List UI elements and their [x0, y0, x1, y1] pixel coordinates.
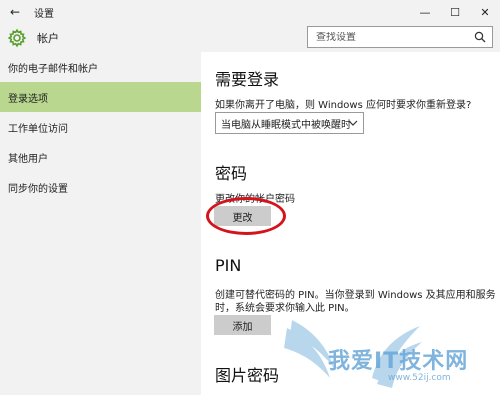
settings-header: 帐户: [0, 24, 500, 52]
require-signin-dropdown[interactable]: 当电脑从睡眠模式中被唤醒时: [215, 112, 364, 134]
add-pin-button[interactable]: 添加: [214, 315, 271, 335]
maximize-icon: ☐: [450, 5, 460, 19]
sidebar-item-label: 同步你的设置: [8, 183, 68, 195]
title-bar: ← 设置 — ☐ ✕: [0, 0, 500, 24]
watermark-text: 我爱IT技术网: [328, 349, 469, 374]
window-controls: — ☐ ✕: [410, 0, 500, 24]
sidebar-item-sync-settings[interactable]: 同步你的设置: [0, 172, 201, 202]
sidebar-item-work-access[interactable]: 工作单位访问: [0, 112, 201, 142]
search-icon[interactable]: [474, 31, 486, 43]
minimize-icon: —: [419, 5, 431, 19]
gear-icon: [7, 28, 27, 48]
sidebar-item-other-users[interactable]: 其他用户: [0, 142, 201, 172]
back-arrow-icon: ←: [9, 5, 21, 19]
back-button[interactable]: ←: [0, 0, 30, 24]
sidebar: 你的电子邮件和帐户 登录选项 工作单位访问 其他用户 同步你的设置: [0, 52, 201, 395]
watermark-url: www.52ij.com: [388, 373, 451, 383]
chevron-down-icon: [348, 120, 358, 126]
search-box[interactable]: [307, 26, 493, 48]
highlight-circle: [206, 197, 286, 235]
require-signin-question: 如果你离开了电脑，则 Windows 应何时要求你重新登录?: [215, 100, 472, 111]
close-button[interactable]: ✕: [470, 0, 500, 24]
pin-description-line2: 时，系统会要求你输入此 PIN。: [215, 303, 355, 314]
window-title: 设置: [34, 8, 54, 20]
sidebar-item-email-accounts[interactable]: 你的电子邮件和帐户: [0, 52, 201, 82]
sidebar-item-signin-options[interactable]: 登录选项: [0, 82, 201, 112]
close-icon: ✕: [480, 5, 490, 19]
sidebar-item-label: 工作单位访问: [8, 123, 68, 135]
sidebar-item-label: 登录选项: [8, 93, 48, 105]
picture-password-heading: 图片密码: [215, 366, 280, 385]
require-signin-heading: 需要登录: [215, 70, 280, 89]
search-input[interactable]: [308, 31, 468, 43]
sidebar-item-label: 其他用户: [8, 153, 48, 165]
section-title: 帐户: [37, 32, 59, 45]
minimize-button[interactable]: —: [410, 0, 440, 24]
sidebar-item-label: 你的电子邮件和帐户: [8, 63, 98, 75]
maximize-button[interactable]: ☐: [440, 0, 470, 24]
dropdown-selected-value: 当电脑从睡眠模式中被唤醒时: [221, 119, 351, 131]
password-heading: 密码: [215, 164, 248, 183]
pin-heading: PIN: [215, 256, 242, 275]
